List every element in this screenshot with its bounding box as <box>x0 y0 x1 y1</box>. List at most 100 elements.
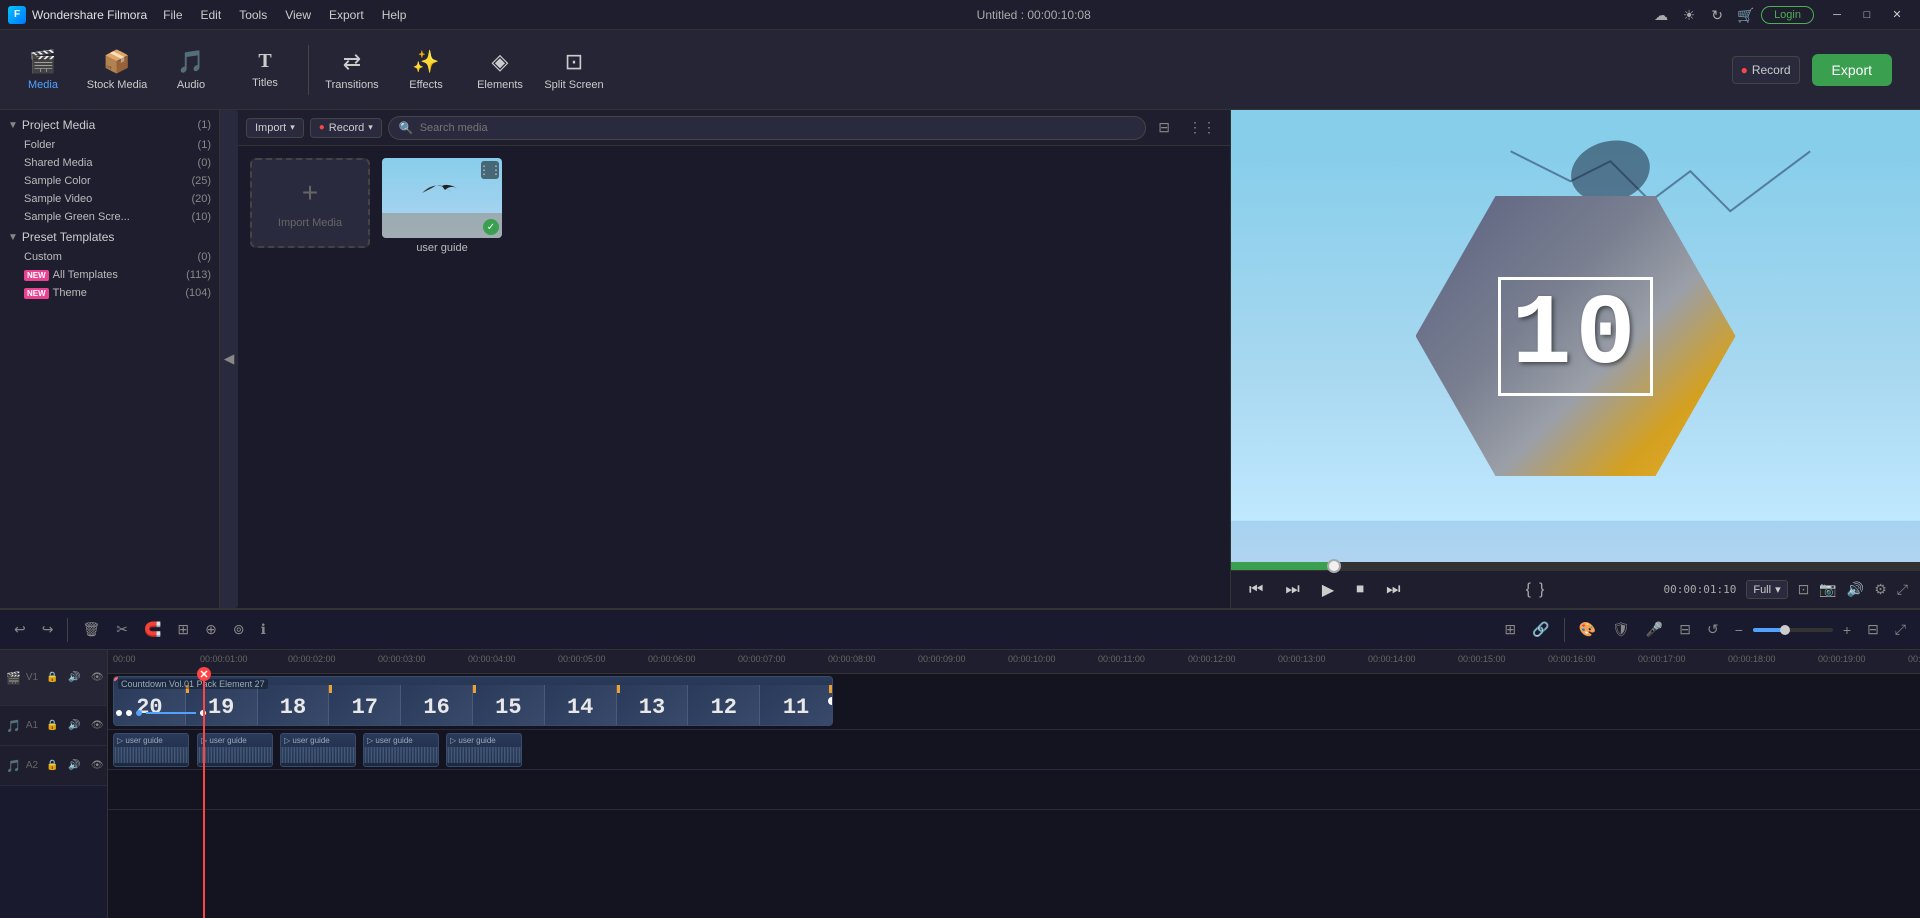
count-15: 15 <box>495 695 521 720</box>
rotate-button[interactable]: ↺ <box>1701 618 1725 641</box>
track-a2-num: A2 <box>25 760 39 771</box>
skip-back-button[interactable]: ⏮ <box>1243 579 1269 601</box>
import-button[interactable]: Import ▾ <box>246 118 304 138</box>
panel-collapse-button[interactable]: ◀ <box>220 110 238 608</box>
minimize-button[interactable]: ─ <box>1822 5 1852 25</box>
close-button[interactable]: ✕ <box>1882 5 1912 25</box>
track-v1-lock[interactable]: 🔒 <box>43 671 61 684</box>
tree-item-all-templates[interactable]: NEW All Templates (113) <box>0 266 219 284</box>
preview-screenshot-icon[interactable]: 📷 <box>1819 581 1836 598</box>
split-button[interactable]: ⊟ <box>1673 618 1697 641</box>
tool-split-screen[interactable]: ⊡ Split Screen <box>539 35 609 105</box>
add-track-button[interactable]: ⊞ <box>1498 618 1522 641</box>
mosaic-button[interactable]: ⊚ <box>227 618 251 641</box>
custom-label: Custom <box>24 251 198 263</box>
track-v1-eye[interactable]: 👁 <box>88 671 107 684</box>
track-row-a2 <box>108 770 1920 810</box>
color-grading-button[interactable]: 🎨 <box>1573 618 1602 641</box>
stop-button[interactable]: ⏹ <box>1350 579 1370 601</box>
record-button[interactable]: ● Record ▾ <box>310 118 382 138</box>
skip-forward-button[interactable]: ⏭ <box>1380 579 1406 601</box>
menu-export[interactable]: Export <box>321 6 372 24</box>
countdown-clip[interactable]: Countdown Vol.01 Pack Element 27 20 <box>113 676 833 726</box>
sun-icon[interactable]: ☀ <box>1681 7 1697 23</box>
cart-icon[interactable]: 🛒 <box>1737 7 1753 23</box>
track-a2-mute[interactable]: 🔊 <box>65 759 83 772</box>
play-button[interactable]: ▶ <box>1316 578 1340 602</box>
zoom-in-icon[interactable]: + <box>1837 619 1857 641</box>
import-media-placeholder[interactable]: + Import Media <box>250 158 370 248</box>
tree-item-shared-media[interactable]: Shared Media (0) <box>0 154 219 172</box>
export-button[interactable]: Export <box>1812 54 1892 86</box>
shield-button[interactable]: 🛡 <box>1606 618 1636 641</box>
refresh-icon[interactable]: ↻ <box>1709 7 1725 23</box>
menu-view[interactable]: View <box>277 6 319 24</box>
link-button[interactable]: 🔗 <box>1526 618 1555 641</box>
tree-item-sample-color[interactable]: Sample Color (25) <box>0 172 219 190</box>
fit-button[interactable]: ⊟ <box>1861 618 1885 641</box>
tool-elements[interactable]: ◈ Elements <box>465 35 535 105</box>
preview-settings-icon[interactable]: ⚙ <box>1874 581 1887 598</box>
app-container: F Wondershare Filmora File Edit Tools Vi… <box>0 0 1920 918</box>
tree-item-theme[interactable]: NEW Theme (104) <box>0 284 219 302</box>
menu-file[interactable]: File <box>155 6 190 24</box>
tree-item-sample-green[interactable]: Sample Green Scre... (10) <box>0 208 219 226</box>
zoom-slider[interactable] <box>1753 628 1833 632</box>
track-a1-eye[interactable]: 👁 <box>88 719 107 732</box>
media-card-user-guide[interactable]: ⋮⋮ <box>382 158 502 254</box>
track-a1-mute[interactable]: 🔊 <box>65 719 83 732</box>
record-toolbar-button[interactable]: ● Record <box>1732 56 1800 84</box>
guide-clip-1[interactable]: ▷ user guide <box>113 733 189 767</box>
magnet-button[interactable]: 🧲 <box>138 618 167 641</box>
track-a2-eye[interactable]: 👁 <box>88 759 107 772</box>
delete-button[interactable]: 🗑 <box>76 618 106 641</box>
grid-icon[interactable]: ⋮⋮ <box>1182 117 1222 138</box>
menu-tools[interactable]: Tools <box>231 6 275 24</box>
cloud-icon[interactable]: ☁ <box>1653 7 1669 23</box>
track-a2-lock[interactable]: 🔒 <box>43 759 61 772</box>
tool-effects[interactable]: ✨ Effects <box>391 35 461 105</box>
timeline-expand-button[interactable]: ⤢ <box>1889 618 1912 641</box>
tool-titles[interactable]: T Titles <box>230 35 300 105</box>
guide-clip-3[interactable]: ▷ user guide <box>280 733 356 767</box>
preview-speaker-icon[interactable]: 🔊 <box>1847 581 1864 598</box>
tool-stock-media[interactable]: 📦 Stock Media <box>82 35 152 105</box>
login-button[interactable]: Login <box>1761 6 1814 24</box>
filter-icon[interactable]: ⊟ <box>1152 117 1176 138</box>
guide-clip-4[interactable]: ▷ user guide <box>363 733 439 767</box>
mic-button[interactable]: 🎤 <box>1640 618 1669 641</box>
redo-button[interactable]: ↪ <box>36 618 60 641</box>
preview-quality-selector[interactable]: Full ▾ <box>1746 580 1787 599</box>
tree-header-project-media[interactable]: ▼ Project Media (1) <box>0 114 219 136</box>
track-a1-lock[interactable]: 🔒 <box>43 719 61 732</box>
step-back-button[interactable]: ⏭ <box>1279 579 1305 601</box>
undo-button[interactable]: ↩ <box>8 618 32 641</box>
track-v1-mute[interactable]: 🔊 <box>65 671 83 684</box>
zoom-out-icon[interactable]: − <box>1729 619 1749 641</box>
media-content-area: Import ▾ ● Record ▾ 🔍 ⊟ ⋮⋮ + <box>238 110 1230 608</box>
playhead[interactable] <box>203 674 205 918</box>
cut-button[interactable]: ✂ <box>110 618 134 641</box>
tree-item-folder[interactable]: Folder (1) <box>0 136 219 154</box>
tool-audio[interactable]: 🎵 Audio <box>156 35 226 105</box>
bracket-right-icon[interactable]: } <box>1539 581 1544 599</box>
menu-edit[interactable]: Edit <box>193 6 230 24</box>
stamp-button[interactable]: ⊕ <box>199 618 223 641</box>
search-input[interactable] <box>420 122 1136 134</box>
tree-header-preset-templates[interactable]: ▼ Preset Templates <box>0 226 219 248</box>
guide-clip-5[interactable]: ▷ user guide <box>446 733 522 767</box>
tool-transitions[interactable]: ⇄ Transitions <box>317 35 387 105</box>
info-button[interactable]: ℹ <box>255 618 272 641</box>
tree-item-custom[interactable]: Custom (0) <box>0 248 219 266</box>
preview-frame-icon[interactable]: ⊡ <box>1798 581 1810 598</box>
menu-help[interactable]: Help <box>374 6 415 24</box>
bracket-left-icon[interactable]: { <box>1526 581 1531 599</box>
adjust-button[interactable]: ⊞ <box>171 618 195 641</box>
guide-clip-2[interactable]: ▷ user guide <box>197 733 273 767</box>
maximize-button[interactable]: □ <box>1852 5 1882 25</box>
preview-scrubber[interactable] <box>1231 562 1920 570</box>
preview-expand-icon[interactable]: ⤢ <box>1897 581 1908 598</box>
tool-media[interactable]: 🎬 Media <box>8 35 78 105</box>
tree-item-sample-video[interactable]: Sample Video (20) <box>0 190 219 208</box>
track-row-v1: Countdown Vol.01 Pack Element 27 20 <box>108 674 1920 730</box>
